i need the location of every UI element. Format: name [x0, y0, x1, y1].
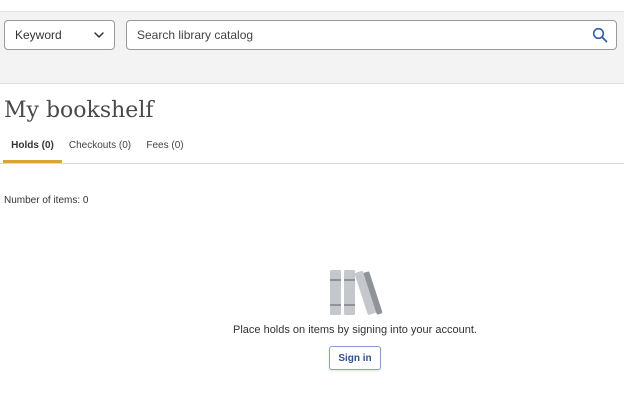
search-input[interactable]	[137, 25, 592, 45]
search-field	[126, 20, 617, 50]
tab-checkouts[interactable]: Checkouts (0)	[66, 132, 134, 163]
chevron-down-icon	[94, 32, 104, 38]
empty-state-message: Place holds on items by signing into you…	[233, 324, 477, 336]
tab-bar: Holds (0) Checkouts (0) Fees (0)	[0, 132, 624, 164]
page-title: My bookshelf	[4, 98, 154, 123]
tab-holds[interactable]: Holds (0)	[3, 132, 62, 163]
top-strip	[0, 0, 624, 12]
sign-in-button[interactable]: Sign in	[329, 346, 381, 370]
item-count: Number of items: 0	[4, 195, 89, 206]
search-icon[interactable]	[592, 27, 608, 43]
search-type-label: Keyword	[15, 28, 62, 42]
tab-fees[interactable]: Fees (0)	[142, 132, 188, 163]
search-type-dropdown[interactable]: Keyword	[4, 20, 115, 50]
books-icon	[330, 270, 383, 315]
